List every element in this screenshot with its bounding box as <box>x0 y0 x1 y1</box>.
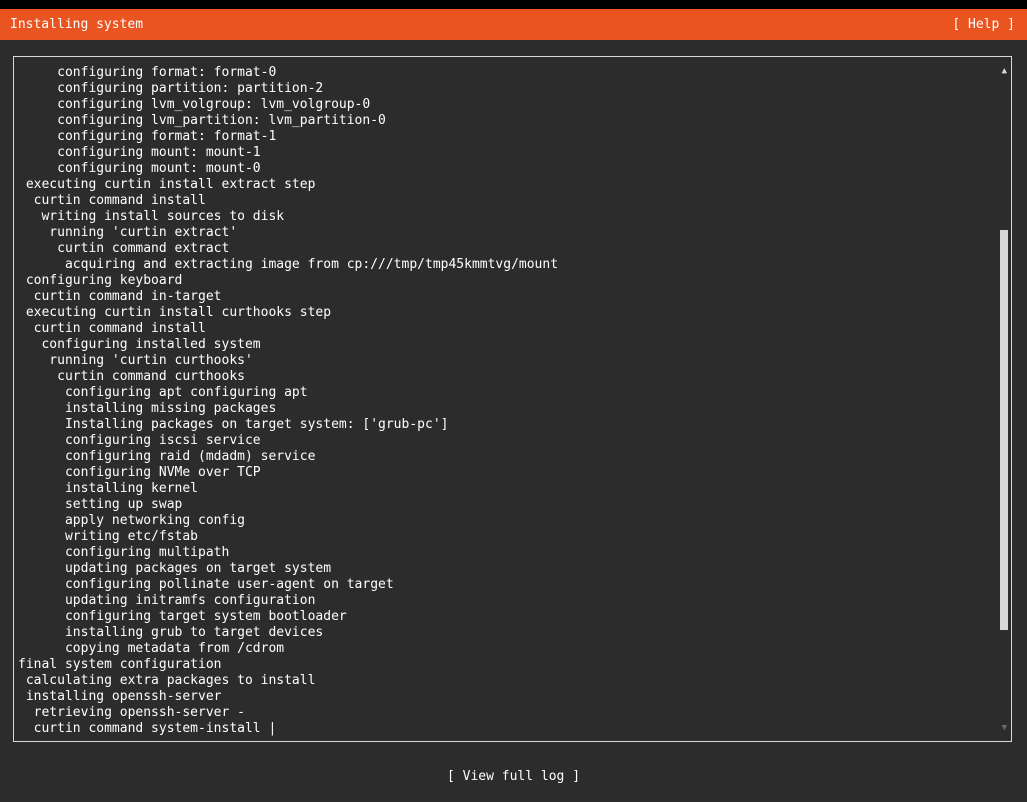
install-log-panel[interactable]: configuring format: format-0 configuring… <box>13 56 1012 742</box>
installer-screen: Installing system [ Help ] configuring f… <box>0 0 1027 802</box>
log-line: configuring pollinate user-agent on targ… <box>18 577 394 592</box>
log-line: curtin command install <box>18 321 206 336</box>
log-line: configuring multipath <box>18 545 230 560</box>
log-line: calculating extra packages to install <box>18 673 316 688</box>
log-line: configuring NVMe over TCP <box>18 465 261 480</box>
log-line: configuring iscsi service <box>18 433 261 448</box>
log-line: curtin command system-install | <box>18 721 277 736</box>
log-line: updating initramfs configuration <box>18 593 316 608</box>
scrollbar-thumb[interactable] <box>1000 230 1008 630</box>
log-line: running 'curtin curthooks' <box>18 353 253 368</box>
log-line: curtin command in-target <box>18 289 222 304</box>
log-line: configuring lvm_partition: lvm_partition… <box>18 113 386 128</box>
log-line: curtin command install <box>18 193 206 208</box>
log-lines: configuring format: format-0 configuring… <box>18 65 988 737</box>
log-line: writing etc/fstab <box>18 529 199 544</box>
log-line: configuring raid (mdadm) service <box>18 449 316 464</box>
log-line: Installing packages on target system: ['… <box>18 417 449 432</box>
view-full-log-button[interactable]: [ View full log ] <box>0 769 1027 785</box>
log-line: acquiring and extracting image from cp:/… <box>18 257 559 272</box>
log-line: installing missing packages <box>18 401 277 416</box>
log-line: installing kernel <box>18 481 199 496</box>
log-line: retrieving openssh-server - <box>18 705 245 720</box>
log-line: configuring target system bootloader <box>18 609 347 624</box>
log-line: configuring format: format-1 <box>18 129 277 144</box>
header-bar: Installing system [ Help ] <box>0 9 1027 40</box>
log-line: installing grub to target devices <box>18 625 324 640</box>
log-line: configuring format: format-0 <box>18 65 277 80</box>
top-border <box>0 0 1027 9</box>
log-line: installing openssh-server <box>18 689 222 704</box>
scroll-up-arrow-icon[interactable]: ▲ <box>1002 66 1007 76</box>
log-line: configuring lvm_volgroup: lvm_volgroup-0 <box>18 97 371 112</box>
log-line: executing curtin install curthooks step <box>18 305 332 320</box>
scroll-down-arrow-icon[interactable]: ▼ <box>1002 723 1007 733</box>
log-line: running 'curtin extract' <box>18 225 238 240</box>
log-line: configuring installed system <box>18 337 261 352</box>
log-line: configuring apt configuring apt <box>18 385 308 400</box>
log-line: executing curtin install extract step <box>18 177 316 192</box>
log-line: configuring mount: mount-0 <box>18 161 261 176</box>
log-line: configuring keyboard <box>18 273 183 288</box>
log-line: configuring mount: mount-1 <box>18 145 261 160</box>
log-line: setting up swap <box>18 497 183 512</box>
log-line: copying metadata from /cdrom <box>18 641 285 656</box>
log-line: curtin command curthooks <box>18 369 245 384</box>
log-line: curtin command extract <box>18 241 230 256</box>
scrollbar[interactable] <box>1000 79 1008 723</box>
log-line: apply networking config <box>18 513 245 528</box>
page-title: Installing system <box>10 17 144 32</box>
help-button[interactable]: [ Help ] <box>952 17 1015 33</box>
log-line: final system configuration <box>18 657 222 672</box>
log-line: configuring partition: partition-2 <box>18 81 324 96</box>
log-line: updating packages on target system <box>18 561 332 576</box>
log-line: writing install sources to disk <box>18 209 285 224</box>
